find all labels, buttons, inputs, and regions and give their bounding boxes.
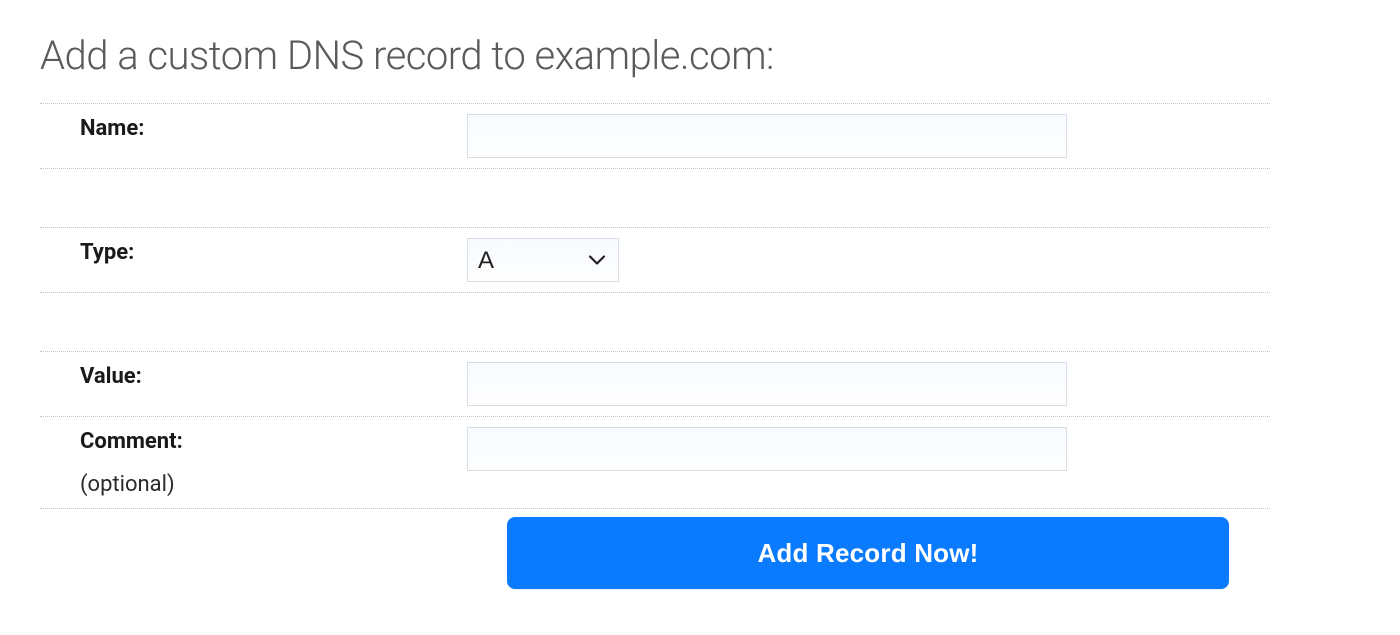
add-record-button[interactable]: Add Record Now!: [507, 517, 1229, 589]
name-input[interactable]: [467, 114, 1067, 158]
comment-sublabel: (optional): [80, 472, 467, 498]
form-row-value: Value:: [40, 351, 1270, 417]
form-row-name: Name:: [40, 103, 1270, 169]
type-select[interactable]: A: [467, 238, 619, 282]
value-input[interactable]: [467, 362, 1067, 406]
dns-record-form: Name: Type: A Valu: [40, 103, 1270, 589]
form-row-submit: Add Record Now!: [40, 509, 1270, 589]
comment-input[interactable]: [467, 427, 1067, 471]
value-label: Value:: [80, 362, 467, 393]
name-label: Name:: [80, 114, 467, 145]
type-label: Type:: [80, 238, 467, 269]
form-row-comment: Comment: (optional): [40, 417, 1270, 509]
comment-label: Comment:: [80, 427, 467, 458]
page-title: Add a custom DNS record to example.com:: [40, 32, 1360, 79]
form-row-type: Type: A: [40, 227, 1270, 293]
